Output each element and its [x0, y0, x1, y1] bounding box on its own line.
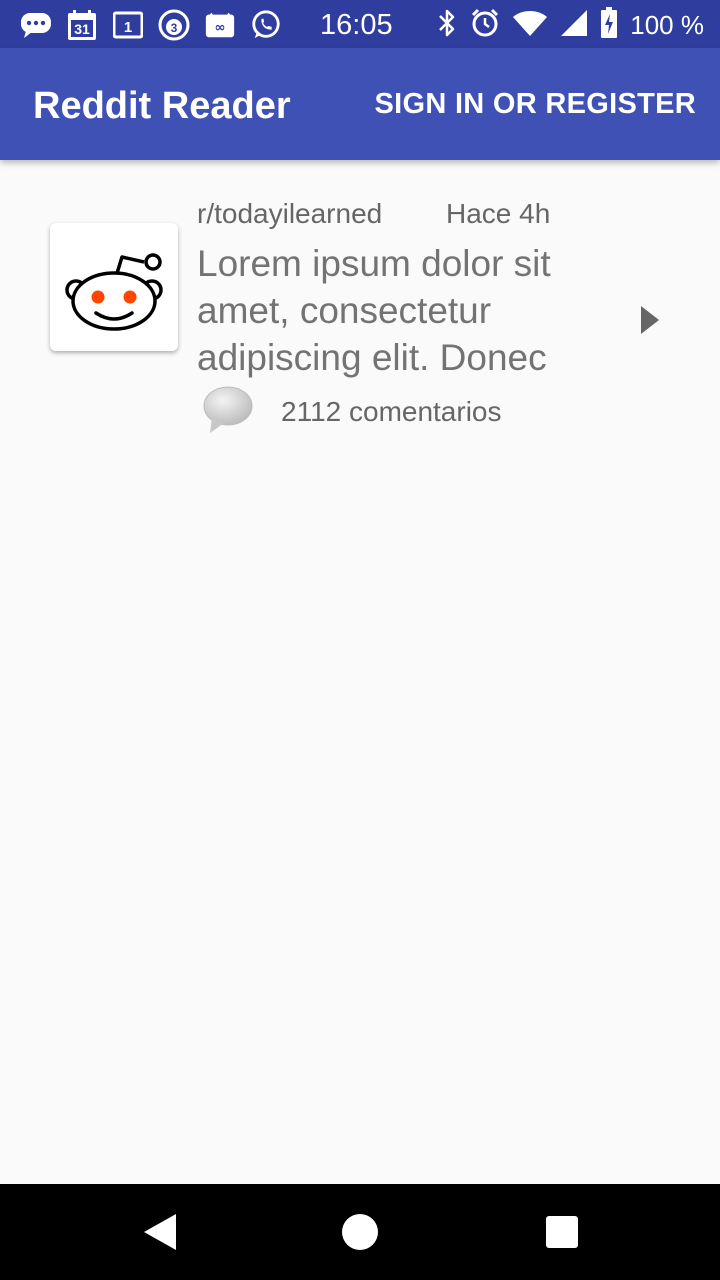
voicemail-icon: ∞ [204, 9, 236, 41]
expand-arrow-icon[interactable] [638, 304, 662, 336]
notification-count-icon: 1 [112, 9, 144, 41]
chat-bubble-icon [20, 9, 52, 41]
battery-percentage: 100 % [630, 9, 704, 40]
back-icon[interactable] [140, 1212, 180, 1252]
post-time: Hace 4h [446, 198, 551, 229]
alarm-icon [470, 8, 500, 43]
recents-icon[interactable] [542, 1212, 582, 1252]
battery-icon [600, 6, 618, 44]
status-bar-right-icons: 100 % [436, 6, 704, 44]
post-item[interactable]: r/todayilearned Hace 4h Lorem ipsum dolo… [0, 190, 720, 450]
app-bar: Reddit Reader SIGN IN OR REGISTER [0, 48, 720, 160]
cell-signal-icon [560, 9, 588, 42]
wifi-icon [512, 9, 548, 42]
svg-text:∞: ∞ [215, 21, 226, 36]
status-bar-left-icons: 31 1 3 ∞ [20, 8, 282, 42]
bluetooth-icon [436, 8, 458, 43]
post-comments[interactable]: 2112 comentarios [202, 386, 502, 438]
navigation-bar [0, 1184, 720, 1280]
whatsapp-icon [250, 9, 282, 41]
calendar-day-label: 31 [74, 21, 90, 37]
post-title[interactable]: Lorem ipsum dolor sit amet, consectetur … [197, 240, 597, 381]
home-icon[interactable] [340, 1212, 380, 1252]
post-comment-count: 2112 comentarios [281, 396, 502, 427]
reddit-alien-icon [58, 233, 170, 342]
ball-icon: 3 [158, 9, 190, 41]
status-bar: 31 1 3 ∞ 16:05 100 % [0, 0, 720, 48]
post-thumbnail[interactable] [50, 223, 178, 351]
calendar-icon: 31 [66, 9, 98, 41]
post-subreddit[interactable]: r/todayilearned [197, 196, 382, 232]
ball-number-label: 3 [171, 21, 178, 35]
app-title: Reddit Reader [33, 85, 291, 127]
comment-bubble-icon [202, 384, 254, 441]
notification-count-label: 1 [124, 19, 132, 36]
sign-in-button[interactable]: SIGN IN OR REGISTER [374, 84, 696, 124]
status-time: 16:05 [320, 9, 393, 41]
